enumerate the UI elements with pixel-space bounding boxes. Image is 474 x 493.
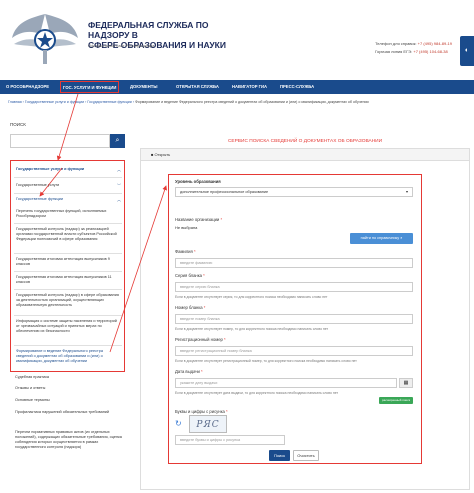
chevron-down-icon: ▾ xyxy=(405,189,408,194)
sidebar-link[interactable]: Основные термины xyxy=(15,398,125,403)
emblem-logo[interactable] xyxy=(10,8,80,68)
captcha-input[interactable]: введите буквы и цифры с рисунка xyxy=(175,435,285,445)
sidebar-sub-item[interactable]: Информация о системе защиты населения и … xyxy=(16,319,120,334)
panel-bar-label: Открыть xyxy=(154,152,171,157)
breadcrumb: Главная › Государственные услуги и функц… xyxy=(8,100,369,104)
nav-services[interactable]: Гос. услуги и функции xyxy=(60,81,120,93)
date-input[interactable]: укажите дату выдачи xyxy=(175,378,397,388)
level-label: Уровень образования xyxy=(175,179,221,184)
calendar-icon[interactable]: ▦ xyxy=(399,378,413,388)
contact1-label: Телефон для справок: xyxy=(375,41,417,46)
sidebar-link[interactable]: Отзывы и ответы xyxy=(15,386,125,391)
org-subtitle: Официальный сайт Рособрнадзора xyxy=(88,43,155,48)
search-form: Уровень образования дополнительное профе… xyxy=(168,174,422,464)
search-icon[interactable]: ⌕ xyxy=(110,134,125,148)
nav-open-service[interactable]: Открытая служба xyxy=(176,80,219,94)
folder-icon: ■ xyxy=(151,152,154,157)
sidebar-sub-item[interactable]: Перечень государственных функций, исполн… xyxy=(16,209,120,219)
chevron-up-icon[interactable]: ︿ xyxy=(117,197,121,203)
contact1-phone[interactable]: +7 (495) 984-89-19 xyxy=(418,41,452,46)
sidebar-link[interactable]: Перечни нормативных правовых актов (их о… xyxy=(15,430,125,450)
contact2-phone[interactable]: +7 (495) 104-68-38 xyxy=(413,49,447,54)
reg-input[interactable]: введите регистрационный номер бланка xyxy=(175,346,413,356)
find-in-reference-button[interactable]: найти по справочнику ⌕ xyxy=(350,233,413,244)
captcha-image: PЯC xyxy=(189,415,227,433)
number-label: Номер бланка * xyxy=(175,305,206,310)
search-input[interactable] xyxy=(10,134,110,148)
clear-button[interactable]: Очистить xyxy=(293,450,319,461)
breadcrumb-part1[interactable]: Государственные услуги и функции xyxy=(25,100,84,104)
number-input[interactable]: введите номер бланка xyxy=(175,314,413,324)
series-hint: Если в документе отсутствует серия, то д… xyxy=(175,295,328,299)
contact2-label: Горячая линия ЕГЭ: xyxy=(375,49,413,54)
breadcrumb-current: Формирование и ведение Федерального реес… xyxy=(135,100,369,104)
sidebar-sub-item[interactable]: Государственная итоговая аттестация выпу… xyxy=(16,275,120,285)
chevron-up-icon[interactable]: ︿ xyxy=(117,167,121,173)
captcha-label: Буквы и цифры с рисунка * xyxy=(175,409,228,414)
search-button[interactable]: Поиск xyxy=(269,450,290,461)
number-hint: Если в документе отсутствует номер, то д… xyxy=(175,327,329,331)
sidebar-sub-item[interactable]: Государственный контроль (надзор) в сфер… xyxy=(16,293,120,308)
breadcrumb-home[interactable]: Главная xyxy=(8,100,22,104)
sidebar-section-head[interactable]: Государственные услуги и функции xyxy=(16,167,120,172)
nav-gia[interactable]: Навигатор ГИА xyxy=(232,80,267,94)
sidebar-item-functions[interactable]: Государственные функции xyxy=(16,197,120,202)
reg-label: Регистрационный номер * xyxy=(175,337,226,342)
site-header: Федеральная служба по надзору в сфере об… xyxy=(0,0,474,80)
sidebar-sub-item[interactable]: Государственный контроль (надзор) за реа… xyxy=(16,227,120,242)
nav-about[interactable]: О Рособрнадзоре xyxy=(6,80,49,94)
surname-input[interactable]: введите фамилию xyxy=(175,258,413,268)
org-title-line1: Федеральная служба по надзору в xyxy=(88,20,209,40)
accessibility-icon[interactable]: ◐ xyxy=(460,36,474,66)
series-label: Серия бланка * xyxy=(175,273,205,278)
surname-label: Фамилия * xyxy=(175,249,196,254)
panel-open-bar[interactable]: ■ Открыть xyxy=(141,149,469,161)
sidebar-sub-item[interactable]: Государственная итоговая аттестация выпу… xyxy=(16,257,120,267)
level-select-value: дополнительное профессиональное образова… xyxy=(180,190,269,194)
sidebar-link[interactable]: Профилактика нарушений обязательных треб… xyxy=(15,410,125,415)
level-select[interactable]: дополнительное профессиональное образова… xyxy=(175,187,413,197)
reg-hint: Если в документе отсутствует регистрацио… xyxy=(175,359,357,363)
sidebar-sub-item-active[interactable]: Формирование и ведение Федерального реес… xyxy=(16,349,120,364)
nav-documents[interactable]: Документы xyxy=(130,80,157,94)
series-input[interactable]: введите серию бланка xyxy=(175,282,413,292)
sidebar-item-services[interactable]: Государственные услуги xyxy=(16,183,120,188)
search-icon: ⌕ xyxy=(400,236,403,240)
panel-title: Сервис поиска сведений о документах об о… xyxy=(227,139,383,144)
extended-search-button[interactable]: расширенный поиск xyxy=(379,397,413,404)
sidebar-link[interactable]: Судебная практика xyxy=(15,375,125,380)
nav-press[interactable]: Пресс-служба xyxy=(280,80,314,94)
top-nav: О Рособрнадзоре Гос. услуги и функции До… xyxy=(0,80,474,94)
breadcrumb-part2[interactable]: Государственные функции xyxy=(87,100,131,104)
contacts: Телефон для справок: +7 (495) 984-89-19 … xyxy=(375,40,452,56)
chevron-down-icon[interactable]: ﹀ xyxy=(117,183,121,189)
date-hint: Если в документе отсутствует дата выдачи… xyxy=(175,391,339,395)
org-value: Не выбрана xyxy=(175,225,198,230)
refresh-icon[interactable]: ↻ xyxy=(175,419,184,428)
org-label: Название организации * xyxy=(175,217,223,222)
date-label: Дата выдачи * xyxy=(175,369,203,374)
search-label: Поиск xyxy=(10,122,26,127)
side-menu: Государственные услуги и функции ︿ Госуд… xyxy=(10,160,125,372)
